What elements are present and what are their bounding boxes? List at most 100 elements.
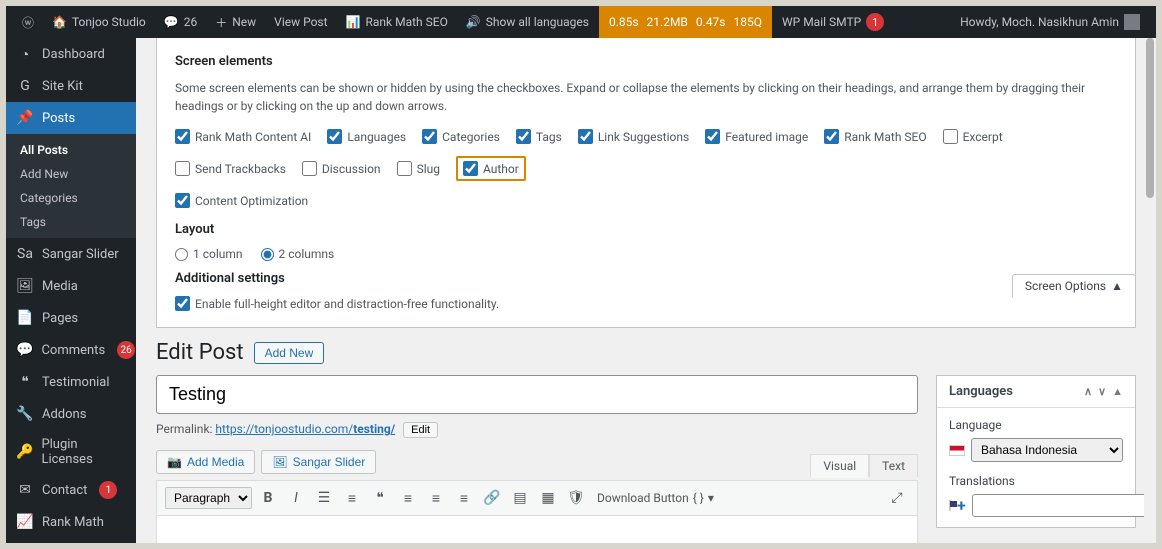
checkbox-categories[interactable]: [422, 129, 437, 144]
editor-body[interactable]: [157, 516, 917, 543]
checkbox-author[interactable]: [463, 161, 478, 176]
caret-up-icon[interactable]: ▲: [1112, 385, 1123, 398]
submenu-all-posts[interactable]: All Posts: [6, 138, 136, 162]
check-author[interactable]: Author: [456, 156, 526, 181]
download-button[interactable]: Download Button{ }▾: [592, 491, 719, 505]
bullet-list-button[interactable]: ☰: [312, 486, 336, 510]
permalink-link[interactable]: https://tonjoostudio.com/testing/: [215, 422, 395, 436]
checkbox-tags[interactable]: [516, 129, 531, 144]
checkbox-slug[interactable]: [397, 161, 412, 176]
menu-addons[interactable]: 🔧Addons: [6, 398, 136, 430]
menu-pages[interactable]: 📄Pages: [6, 302, 136, 334]
check-discussion[interactable]: Discussion: [302, 161, 381, 176]
checkbox-link-suggestions[interactable]: [578, 129, 593, 144]
radio-2col-input[interactable]: [261, 248, 274, 261]
menu-dashboard[interactable]: ◔Dashboard: [6, 38, 136, 70]
radio-label: 1 column: [193, 247, 243, 261]
checkbox-excerpt[interactable]: [943, 129, 958, 144]
checkbox-rankmath-ai[interactable]: [175, 129, 190, 144]
tab-visual[interactable]: Visual: [810, 454, 869, 478]
check-trackbacks[interactable]: Send Trackbacks: [175, 161, 286, 176]
radio-1-column[interactable]: 1 column: [175, 247, 243, 261]
menu-contact[interactable]: ✉Contact1: [6, 474, 136, 506]
site-name[interactable]: 🏠Tonjoo Studio: [44, 6, 154, 38]
translation-input[interactable]: [972, 494, 1156, 517]
check-content-optimization[interactable]: Content Optimization: [175, 193, 1117, 208]
checkbox-languages[interactable]: [327, 129, 342, 144]
camera-icon: 📷: [167, 455, 182, 469]
readmore-button[interactable]: ▤: [508, 486, 532, 510]
bold-button[interactable]: B: [256, 486, 280, 510]
scrollbar[interactable]: [1144, 38, 1156, 543]
menu-sitekit[interactable]: GSite Kit: [6, 70, 136, 102]
add-media-label: Add Media: [187, 455, 244, 469]
align-left-button[interactable]: ≡: [396, 486, 420, 510]
checkbox-fullheight[interactable]: [175, 296, 190, 311]
shield-icon[interactable]: 🛡: [564, 486, 588, 510]
howdy[interactable]: Howdy, Moch. Nasikhun Amin: [952, 6, 1148, 38]
languages-header[interactable]: Languages ∧ ∨ ▲: [937, 376, 1135, 408]
submenu-add-new[interactable]: Add New: [6, 162, 136, 186]
wp-logo[interactable]: ⓦ: [14, 6, 42, 38]
check-languages[interactable]: Languages: [327, 129, 406, 144]
add-translation-button[interactable]: +: [957, 496, 966, 515]
menu-sangar[interactable]: SaSangar Slider: [6, 238, 136, 270]
comments-link[interactable]: 💬26: [156, 6, 205, 38]
checkbox-content-optimization[interactable]: [175, 193, 190, 208]
format-select[interactable]: Paragraph: [165, 487, 252, 509]
check-link-suggestions[interactable]: Link Suggestions: [578, 129, 689, 144]
radio-1col-input[interactable]: [175, 248, 188, 261]
menu-comments[interactable]: 💬Comments26: [6, 334, 136, 366]
align-center-button[interactable]: ≡: [424, 486, 448, 510]
submenu-tags[interactable]: Tags: [6, 210, 136, 234]
check-fullheight[interactable]: Enable full-height editor and distractio…: [175, 296, 1117, 311]
sangar-slider-button[interactable]: 🖼Sangar Slider: [261, 450, 376, 474]
view-post[interactable]: View Post: [266, 6, 335, 38]
languages-title: Languages: [949, 384, 1013, 399]
check-categories[interactable]: Categories: [422, 129, 500, 144]
scroll-thumb[interactable]: [1146, 38, 1154, 198]
chevron-up-icon[interactable]: ∧: [1084, 385, 1092, 398]
add-new-button[interactable]: Add New: [254, 342, 325, 364]
check-slug[interactable]: Slug: [397, 161, 440, 176]
tab-text[interactable]: Text: [869, 454, 918, 477]
post-title-input[interactable]: [156, 375, 918, 414]
chevron-down-icon[interactable]: ∨: [1098, 385, 1106, 398]
menu-media[interactable]: 🖼Media: [6, 270, 136, 302]
link-button[interactable]: 🔗: [480, 486, 504, 510]
new-content[interactable]: ＋New: [207, 6, 264, 38]
submenu-categories[interactable]: Categories: [6, 186, 136, 210]
check-tags[interactable]: Tags: [516, 129, 562, 144]
fullscreen-button[interactable]: ⤢: [885, 486, 909, 510]
toolbar-toggle-button[interactable]: ▦: [536, 486, 560, 510]
rankmath-bar[interactable]: 📊Rank Math SEO: [338, 6, 456, 38]
check-featured-image[interactable]: Featured image: [705, 129, 808, 144]
check-rankmath-ai[interactable]: Rank Math Content AI: [175, 129, 311, 144]
checkbox-featured-image[interactable]: [705, 129, 720, 144]
key-icon: 🔑: [16, 443, 33, 461]
menu-plugin-licenses[interactable]: 🔑Plugin Licenses: [6, 430, 136, 474]
number-list-button[interactable]: ≡: [340, 486, 364, 510]
checkbox-rankmath-seo[interactable]: [824, 129, 839, 144]
comments-count: 26: [184, 15, 198, 29]
align-right-button[interactable]: ≡: [452, 486, 476, 510]
checkbox-trackbacks[interactable]: [175, 161, 190, 176]
radio-2-columns[interactable]: 2 columns: [261, 247, 335, 261]
screen-options-toggle[interactable]: Screen Options▲: [1012, 274, 1136, 297]
language-select[interactable]: Bahasa Indonesia: [971, 438, 1123, 462]
add-media-button[interactable]: 📷 Add Media: [156, 450, 255, 474]
menu-woocommerce[interactable]: wooWooCommerce: [6, 538, 136, 543]
wpmail-bar[interactable]: WP Mail SMTP1: [774, 6, 892, 38]
check-excerpt[interactable]: Excerpt: [943, 129, 1003, 144]
editor-toolbar: Paragraph B I ☰ ≡ ❝ ≡ ≡ ≡ 🔗 ▤ ▦ 🛡 Downlo…: [157, 481, 917, 516]
edit-slug-button[interactable]: Edit: [403, 422, 438, 438]
performance-bar[interactable]: 0.85s 21.2MB 0.47s 185Q: [599, 6, 772, 38]
blockquote-button[interactable]: ❝: [368, 486, 392, 510]
menu-rankmath[interactable]: 📈Rank Math: [6, 506, 136, 538]
menu-testimonial[interactable]: ❝Testimonial: [6, 366, 136, 398]
checkbox-discussion[interactable]: [302, 161, 317, 176]
show-languages[interactable]: 🔊Show all languages: [458, 6, 597, 38]
menu-posts[interactable]: 📌Posts: [6, 102, 136, 134]
check-rankmath-seo[interactable]: Rank Math SEO: [824, 129, 926, 144]
italic-button[interactable]: I: [284, 486, 308, 510]
